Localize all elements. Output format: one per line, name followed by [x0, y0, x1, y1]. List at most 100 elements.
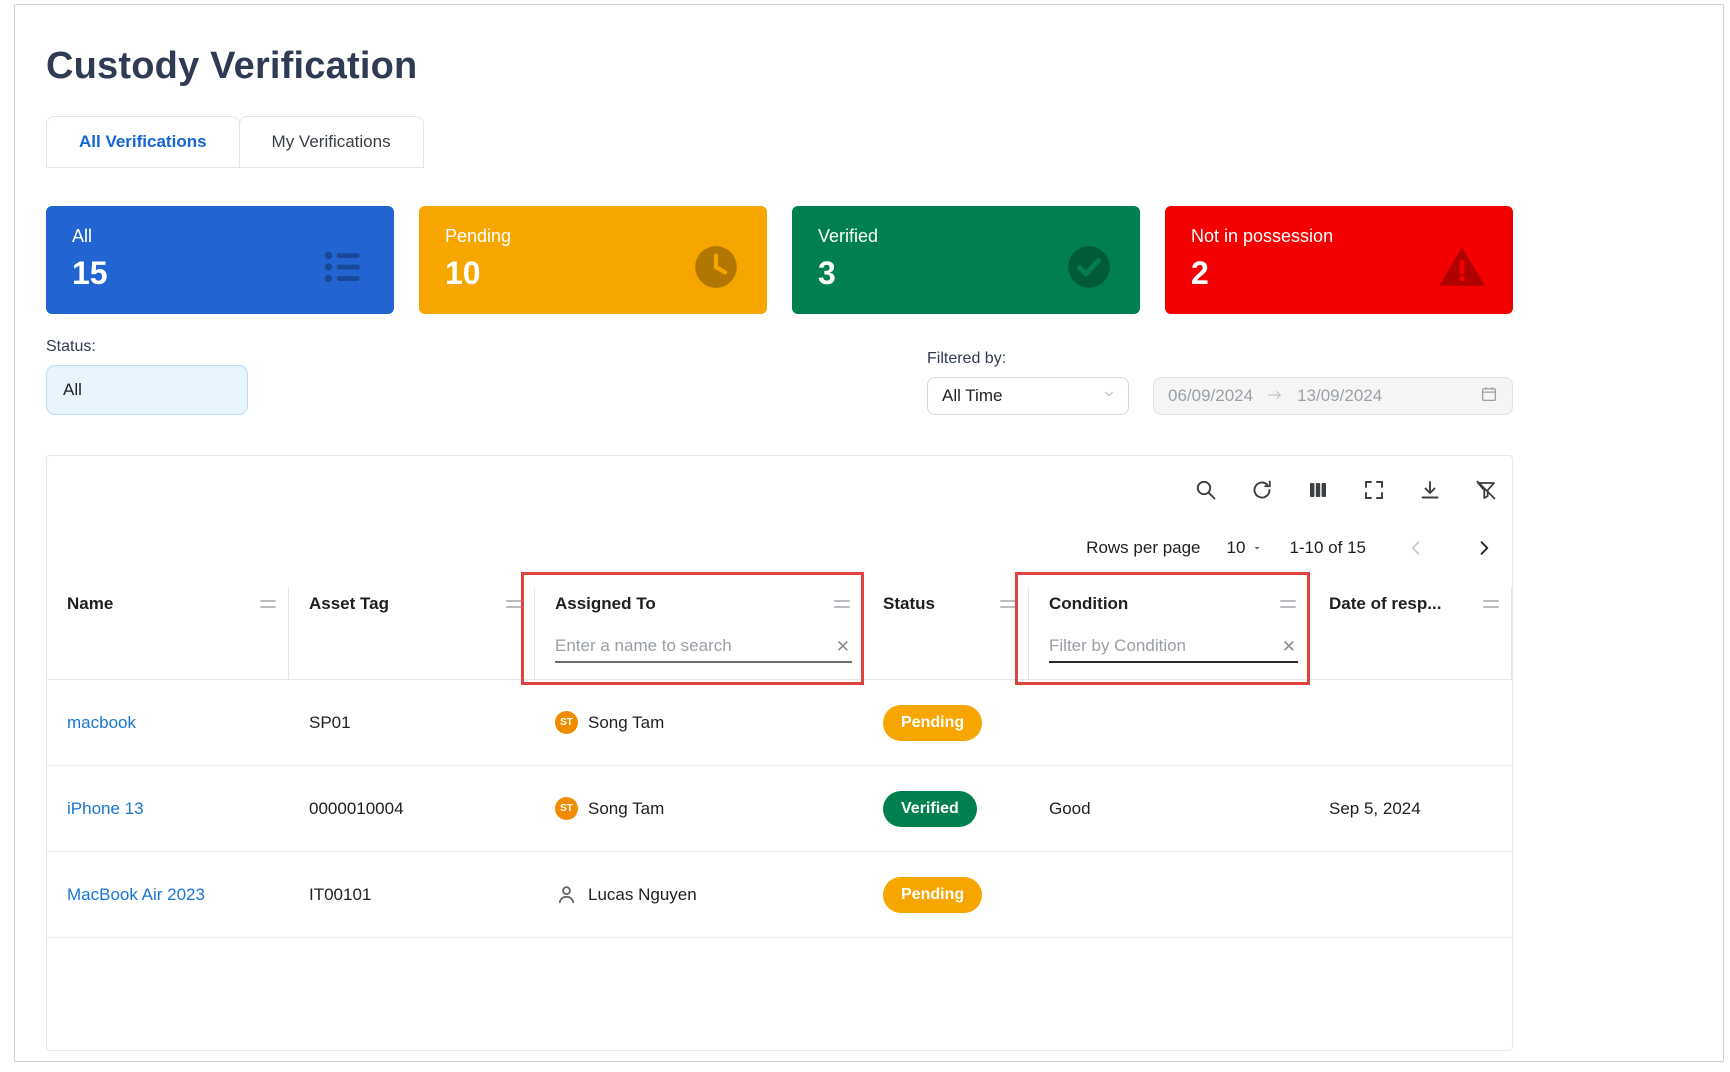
- assigned-to-name: Lucas Nguyen: [588, 885, 697, 905]
- name-cell: iPhone 13: [47, 799, 289, 819]
- rows-per-page-label: Rows per page: [1086, 538, 1200, 558]
- filtered-by-group: Filtered by: All Time: [927, 350, 1129, 415]
- filter-row: Status: All Filtered by: All Time 06: [46, 338, 1513, 415]
- rows-per-page-select[interactable]: 10: [1227, 538, 1264, 558]
- filter-off-icon[interactable]: [1474, 478, 1498, 502]
- page-title: Custody Verification: [46, 45, 1513, 88]
- column-drag-handle[interactable]: [504, 596, 524, 612]
- column-header-name: Name: [47, 588, 289, 679]
- status-filter-select[interactable]: All: [46, 365, 248, 415]
- stat-card-not-in-possession[interactable]: Not in possession 2: [1165, 206, 1513, 314]
- page-content: Custody Verification All Verifications M…: [15, 5, 1513, 1051]
- warning-icon: [1437, 242, 1487, 292]
- column-label: Status: [883, 594, 935, 614]
- table-row[interactable]: iPhone 13 0000010004 ST Song Tam Verifie…: [47, 766, 1512, 852]
- columns-icon[interactable]: [1306, 478, 1330, 502]
- column-drag-handle[interactable]: [258, 596, 278, 612]
- pagination-bar: Rows per page 10 1-10 of 15: [47, 538, 1512, 558]
- list-icon: [318, 242, 368, 292]
- assigned-to-name: Song Tam: [588, 713, 664, 733]
- status-cell: Pending: [863, 705, 1029, 741]
- filtered-by-label: Filtered by:: [927, 350, 1129, 368]
- table-row[interactable]: macbook SP01 ST Song Tam Pending: [47, 680, 1512, 766]
- stat-card-value: 15: [72, 255, 108, 292]
- column-drag-handle[interactable]: [1481, 596, 1501, 612]
- arrow-right-icon: [1267, 386, 1283, 406]
- tab-my-verifications[interactable]: My Verifications: [239, 116, 424, 168]
- status-cell: Verified: [863, 791, 1029, 827]
- assigned-to-name: Song Tam: [588, 799, 664, 819]
- person-icon: [555, 883, 578, 906]
- chevron-down-icon: [1102, 386, 1116, 406]
- assigned-to-filter-input[interactable]: [555, 636, 834, 656]
- column-drag-handle[interactable]: [998, 596, 1018, 612]
- stat-card-all[interactable]: All 15: [46, 206, 394, 314]
- assigned-to-cell: Lucas Nguyen: [535, 883, 863, 906]
- clear-icon[interactable]: ✕: [834, 638, 852, 655]
- calendar-icon: [1480, 385, 1498, 408]
- download-icon[interactable]: [1418, 478, 1442, 502]
- date-to: 13/09/2024: [1297, 386, 1382, 406]
- assigned-to-filter: ✕: [555, 636, 852, 663]
- status-filter-label: Status:: [46, 338, 248, 356]
- stat-card-verified[interactable]: Verified 3: [792, 206, 1140, 314]
- stat-card-label: Verified: [818, 226, 878, 247]
- rows-per-page-value: 10: [1227, 538, 1246, 558]
- search-icon[interactable]: [1194, 478, 1218, 502]
- assigned-to-cell: ST Song Tam: [535, 797, 863, 820]
- stat-card-label: Pending: [445, 226, 511, 247]
- asset-link[interactable]: iPhone 13: [67, 799, 144, 818]
- column-label: Date of resp...: [1329, 594, 1441, 614]
- time-filter-select[interactable]: All Time: [927, 377, 1129, 415]
- column-header-status: Status: [863, 588, 1029, 679]
- tab-bar: All Verifications My Verifications: [46, 116, 1513, 168]
- date-range-picker[interactable]: 06/09/2024 13/09/2024: [1153, 377, 1513, 415]
- stat-card-value: 10: [445, 255, 511, 292]
- condition-filter-input[interactable]: [1049, 636, 1280, 656]
- column-label: Asset Tag: [309, 594, 389, 614]
- asset-tag-cell: IT00101: [289, 885, 535, 905]
- assigned-to-cell: ST Song Tam: [535, 711, 863, 734]
- status-badge: Verified: [883, 791, 977, 827]
- asset-link[interactable]: MacBook Air 2023: [67, 885, 205, 904]
- name-cell: macbook: [47, 713, 289, 733]
- date-from: 06/09/2024: [1168, 386, 1253, 406]
- table-toolbar: [47, 456, 1512, 502]
- column-header-assigned-to: Assigned To ✕: [535, 588, 863, 679]
- previous-page-button[interactable]: [1406, 538, 1426, 558]
- fullscreen-icon[interactable]: [1362, 478, 1386, 502]
- app-window: Custody Verification All Verifications M…: [14, 4, 1724, 1062]
- check-circle-icon: [1064, 242, 1114, 292]
- caret-down-icon: [1251, 542, 1263, 554]
- clock-icon: [691, 242, 741, 292]
- column-drag-handle[interactable]: [832, 596, 852, 612]
- next-page-button[interactable]: [1474, 538, 1494, 558]
- table-row[interactable]: MacBook Air 2023 IT00101 Lucas Nguyen Pe…: [47, 852, 1512, 938]
- time-filter-value: All Time: [942, 386, 1002, 406]
- table-empty-area: [47, 938, 1512, 1050]
- pagination-range: 1-10 of 15: [1289, 538, 1366, 558]
- stat-card-pending[interactable]: Pending 10: [419, 206, 767, 314]
- refresh-icon[interactable]: [1250, 478, 1274, 502]
- clear-icon[interactable]: ✕: [1280, 638, 1298, 655]
- status-filter-value: All: [63, 380, 82, 400]
- tab-all-verifications[interactable]: All Verifications: [46, 116, 240, 168]
- asset-link[interactable]: macbook: [67, 713, 136, 732]
- column-header-condition: Condition ✕: [1029, 588, 1309, 679]
- status-badge: Pending: [883, 705, 982, 741]
- status-filter-group: Status: All: [46, 338, 248, 415]
- column-label: Condition: [1049, 594, 1128, 614]
- stat-card-value: 3: [818, 255, 878, 292]
- status-badge: Pending: [883, 877, 982, 913]
- stat-cards: All 15 Pending 10 Verified 3: [46, 206, 1513, 314]
- asset-tag-cell: SP01: [289, 713, 535, 733]
- status-cell: Pending: [863, 877, 1029, 913]
- date-cell: Sep 5, 2024: [1309, 799, 1512, 819]
- stat-card-value: 2: [1191, 255, 1333, 292]
- column-drag-handle[interactable]: [1278, 596, 1298, 612]
- avatar: ST: [555, 797, 578, 820]
- column-header-asset-tag: Asset Tag: [289, 588, 535, 679]
- verification-table: Rows per page 10 1-10 of 15: [46, 455, 1513, 1051]
- condition-filter: ✕: [1049, 636, 1298, 663]
- avatar: ST: [555, 711, 578, 734]
